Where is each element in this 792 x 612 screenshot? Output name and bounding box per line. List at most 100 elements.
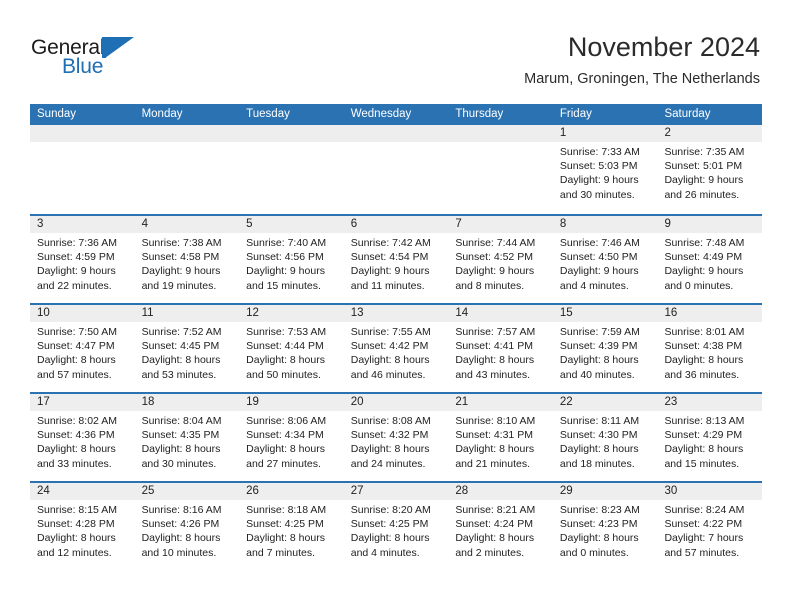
day-sun-info: Sunrise: 8:16 AM Sunset: 4:26 PM Daylight:… bbox=[135, 500, 240, 560]
calendar-day-cell[interactable]: 29 Sunrise: 8:23 AM Sunset: 4:23 PM Dayligh… bbox=[552, 483, 658, 570]
calendar-day-cell[interactable]: 9 Sunrise: 7:48 AM Sunset: 4:49 PM Daylight… bbox=[657, 216, 763, 303]
daylight-text: Daylight: 8 hours and 30 minutes. bbox=[141, 443, 221, 470]
day-number: 24 bbox=[30, 483, 135, 500]
calendar-day-cell[interactable]: 1 Sunrise: 7:33 AM Sunset: 5:03 PM Daylight… bbox=[552, 125, 658, 214]
calendar-day-cell[interactable]: 26 Sunrise: 8:18 AM Sunset: 4:25 PM Dayligh… bbox=[239, 483, 344, 570]
calendar-day-cell[interactable]: 19 Sunrise: 8:06 AM Sunset: 4:34 PM Dayligh… bbox=[239, 394, 344, 481]
calendar-day-cell[interactable]: 28 Sunrise: 8:21 AM Sunset: 4:24 PM Dayligh… bbox=[448, 483, 553, 570]
sunrise-text: Sunrise: 8:15 AM bbox=[37, 504, 117, 516]
sunset-text: Sunset: 4:28 PM bbox=[37, 518, 115, 531]
calendar-day-cell[interactable]: 20 Sunrise: 8:08 AM Sunset: 4:32 PM Dayligh… bbox=[343, 394, 449, 481]
triangle-flag-mark-icon bbox=[102, 37, 134, 58]
weekday-header-saturday: Saturday bbox=[664, 108, 711, 120]
calendar-day-cell[interactable]: 3 Sunrise: 7:36 AM Sunset: 4:59 PM Daylight… bbox=[30, 216, 135, 303]
day-number: 21 bbox=[448, 394, 553, 411]
calendar-day-cell[interactable]: 15 Sunrise: 7:59 AM Sunset: 4:39 PM Dayligh… bbox=[552, 305, 658, 392]
calendar-page: General Blue November 2024 Marum, Gronin… bbox=[0, 0, 792, 612]
calendar-day-cell[interactable]: 4 Sunrise: 7:38 AM Sunset: 4:58 PM Daylight… bbox=[134, 216, 240, 303]
day-sun-info: Sunrise: 8:10 AM Sunset: 4:31 PM Daylight:… bbox=[448, 411, 553, 471]
day-number: 15 bbox=[552, 305, 658, 322]
sunset-text: Sunset: 4:52 PM bbox=[455, 251, 533, 264]
day-sun-info: Sunrise: 7:35 AM Sunset: 5:01 PM Daylight:… bbox=[657, 142, 762, 202]
calendar-day-cell[interactable]: 12 Sunrise: 7:53 AM Sunset: 4:44 PM Dayligh… bbox=[239, 305, 344, 392]
daylight-text: Daylight: 8 hours and 7 minutes. bbox=[246, 532, 325, 559]
generalblue-logo[interactable]: General Blue bbox=[31, 36, 161, 82]
sunrise-text: Sunrise: 7:55 AM bbox=[350, 326, 431, 338]
sunset-text: Sunset: 4:44 PM bbox=[246, 340, 324, 353]
calendar-day-cell[interactable]: 7 Sunrise: 7:44 AM Sunset: 4:52 PM Daylight… bbox=[448, 216, 553, 303]
calendar-week-row: 3 Sunrise: 7:36 AM Sunset: 4:59 PM Daylight… bbox=[30, 214, 763, 303]
day-number: 9 bbox=[657, 216, 763, 233]
day-number: 29 bbox=[552, 483, 658, 500]
calendar-day-cell[interactable]: 11 Sunrise: 7:52 AM Sunset: 4:45 PM Dayligh… bbox=[134, 305, 240, 392]
weekday-header-wednesday: Wednesday bbox=[350, 108, 412, 120]
calendar-day-cell[interactable]: 25 Sunrise: 8:16 AM Sunset: 4:26 PM Dayligh… bbox=[134, 483, 240, 570]
calendar-day-cell[interactable]: 23 Sunrise: 8:13 AM Sunset: 4:29 PM Dayligh… bbox=[657, 394, 763, 481]
calendar-week-row: 10 Sunrise: 7:50 AM Sunset: 4:47 PM Dayligh… bbox=[30, 303, 763, 392]
calendar-day-cell[interactable]: 6 Sunrise: 7:42 AM Sunset: 4:54 PM Daylight… bbox=[343, 216, 449, 303]
day-number: 3 bbox=[30, 216, 135, 233]
calendar-day-cell-empty bbox=[239, 125, 344, 214]
daylight-text: Daylight: 8 hours and 50 minutes. bbox=[246, 354, 325, 381]
daylight-text: Daylight: 8 hours and 4 minutes. bbox=[350, 532, 430, 559]
daylight-text: Daylight: 9 hours and 15 minutes. bbox=[246, 265, 325, 292]
daylight-text: Daylight: 8 hours and 18 minutes. bbox=[559, 443, 639, 470]
calendar-day-cell[interactable]: 27 Sunrise: 8:20 AM Sunset: 4:25 PM Dayligh… bbox=[343, 483, 449, 570]
sunrise-text: Sunrise: 8:16 AM bbox=[141, 504, 222, 516]
sunset-text: Sunset: 4:38 PM bbox=[664, 340, 743, 353]
sunrise-text: Sunrise: 8:24 AM bbox=[664, 504, 745, 516]
daylight-text: Daylight: 8 hours and 2 minutes. bbox=[455, 532, 535, 559]
calendar-day-cell[interactable]: 21 Sunrise: 8:10 AM Sunset: 4:31 PM Dayligh… bbox=[448, 394, 553, 481]
daylight-text: Daylight: 8 hours and 27 minutes. bbox=[246, 443, 325, 470]
calendar-day-cell[interactable]: 24 Sunrise: 8:15 AM Sunset: 4:28 PM Dayligh… bbox=[30, 483, 135, 570]
calendar-day-cell[interactable]: 14 Sunrise: 7:57 AM Sunset: 4:41 PM Dayligh… bbox=[448, 305, 553, 392]
calendar-day-cell-empty bbox=[134, 125, 240, 214]
day-number: 5 bbox=[239, 216, 344, 233]
sunset-text: Sunset: 4:25 PM bbox=[246, 518, 324, 531]
calendar-day-cell[interactable]: 13 Sunrise: 7:55 AM Sunset: 4:42 PM Dayligh… bbox=[343, 305, 449, 392]
day-sun-info: Sunrise: 8:18 AM Sunset: 4:25 PM Daylight:… bbox=[239, 500, 344, 560]
calendar-day-cell-empty bbox=[448, 125, 553, 214]
sunset-text: Sunset: 4:25 PM bbox=[350, 518, 429, 531]
sunset-text: Sunset: 5:01 PM bbox=[664, 160, 743, 173]
day-number: 8 bbox=[552, 216, 658, 233]
calendar-day-cell[interactable]: 22 Sunrise: 8:11 AM Sunset: 4:30 PM Dayligh… bbox=[552, 394, 658, 481]
calendar-day-cell[interactable]: 18 Sunrise: 8:04 AM Sunset: 4:35 PM Dayligh… bbox=[134, 394, 240, 481]
day-number: 30 bbox=[657, 483, 763, 500]
calendar-day-cell[interactable]: 30 Sunrise: 8:24 AM Sunset: 4:22 PM Dayligh… bbox=[657, 483, 763, 570]
sunrise-text: Sunrise: 8:20 AM bbox=[350, 504, 431, 516]
calendar-day-cell[interactable]: 10 Sunrise: 7:50 AM Sunset: 4:47 PM Dayligh… bbox=[30, 305, 135, 392]
day-number: 26 bbox=[239, 483, 344, 500]
logo-triangle-shape bbox=[105, 37, 134, 58]
day-sun-info: Sunrise: 7:46 AM Sunset: 4:50 PM Daylight:… bbox=[553, 233, 658, 293]
sunrise-text: Sunrise: 7:57 AM bbox=[455, 326, 536, 338]
day-sun-info: Sunrise: 7:52 AM Sunset: 4:45 PM Daylight:… bbox=[135, 322, 240, 382]
calendar-day-cell[interactable]: 5 Sunrise: 7:40 AM Sunset: 4:56 PM Daylight… bbox=[239, 216, 344, 303]
calendar-week-row: 17 Sunrise: 8:02 AM Sunset: 4:36 PM Dayligh… bbox=[30, 392, 763, 481]
day-number: 14 bbox=[448, 305, 553, 322]
day-sun-info: Sunrise: 8:23 AM Sunset: 4:23 PM Daylight:… bbox=[553, 500, 658, 560]
sunrise-text: Sunrise: 8:13 AM bbox=[664, 415, 745, 427]
day-number: 4 bbox=[134, 216, 240, 233]
sunset-text: Sunset: 4:54 PM bbox=[350, 251, 429, 264]
weekday-header-friday: Friday bbox=[559, 108, 592, 120]
day-number: 23 bbox=[657, 394, 763, 411]
daylight-text: Daylight: 8 hours and 10 minutes. bbox=[141, 532, 221, 559]
calendar-day-cell[interactable]: 8 Sunrise: 7:46 AM Sunset: 4:50 PM Daylight… bbox=[552, 216, 658, 303]
day-number bbox=[239, 125, 344, 142]
day-number: 2 bbox=[657, 125, 763, 142]
day-number: 13 bbox=[343, 305, 449, 322]
calendar-day-cell[interactable]: 2 Sunrise: 7:35 AM Sunset: 5:01 PM Daylight… bbox=[657, 125, 763, 214]
sunrise-text: Sunrise: 7:52 AM bbox=[141, 326, 222, 338]
calendar-grid: Sunday Monday Tuesday Wednesday Thursday… bbox=[30, 104, 763, 570]
day-sun-info: Sunrise: 7:33 AM Sunset: 5:03 PM Daylight:… bbox=[553, 142, 658, 202]
calendar-day-cell[interactable]: 16 Sunrise: 8:01 AM Sunset: 4:38 PM Dayligh… bbox=[657, 305, 763, 392]
day-sun-info: Sunrise: 7:42 AM Sunset: 4:54 PM Daylight:… bbox=[344, 233, 449, 293]
weekday-header-sunday: Sunday bbox=[37, 108, 77, 120]
calendar-weeks: 1 Sunrise: 7:33 AM Sunset: 5:03 PM Daylight… bbox=[30, 125, 763, 570]
sunrise-text: Sunrise: 7:48 AM bbox=[664, 237, 745, 249]
day-number: 27 bbox=[343, 483, 449, 500]
day-sun-info: Sunrise: 8:20 AM Sunset: 4:25 PM Daylight:… bbox=[344, 500, 449, 560]
sunset-text: Sunset: 4:35 PM bbox=[141, 429, 220, 442]
calendar-day-cell[interactable]: 17 Sunrise: 8:02 AM Sunset: 4:36 PM Dayligh… bbox=[30, 394, 135, 481]
